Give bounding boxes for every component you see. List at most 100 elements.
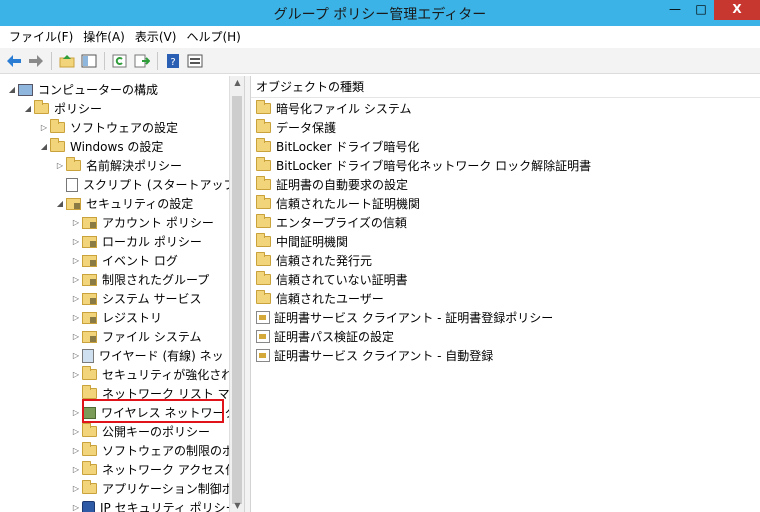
tree-expander-icon[interactable]: ◢: [54, 199, 66, 208]
tree-expander-icon[interactable]: ◢: [38, 142, 50, 151]
tree-scrollbar[interactable]: ▲ ▼: [229, 76, 244, 512]
list-item[interactable]: 証明書パス検証の設定: [256, 327, 394, 346]
tree-expander-icon[interactable]: ▷: [70, 351, 82, 360]
tree-expander-icon[interactable]: ▷: [70, 294, 82, 303]
tree-item[interactable]: ▷ イベント ログ: [70, 251, 178, 270]
list-item[interactable]: データ保護: [256, 118, 336, 137]
network-book-icon: [82, 348, 94, 363]
list-item-label: 証明書サービス クライアント - 自動登録: [274, 349, 494, 363]
tree-item[interactable]: ▷ ファイル システム: [70, 327, 202, 346]
tree-item[interactable]: ◢ セキュリティの設定: [54, 194, 193, 213]
tree-item[interactable]: ◢ コンピューターの構成: [6, 80, 158, 99]
tree-expander-icon[interactable]: ▷: [70, 484, 82, 493]
folder-icon: [50, 119, 65, 133]
tree-item[interactable]: ◢ Windows の設定: [38, 137, 163, 156]
tree-item[interactable]: ▷ ローカル ポリシー: [70, 232, 202, 251]
list-item[interactable]: 信頼された発行元: [256, 251, 372, 270]
list-item[interactable]: エンタープライズの信頼: [256, 213, 407, 232]
menu-view[interactable]: 表示(V): [130, 27, 182, 47]
security-folder-icon: [82, 216, 97, 229]
maximize-button[interactable]: □: [688, 0, 714, 20]
list-item[interactable]: 信頼されていない証明書: [256, 270, 408, 289]
list-item[interactable]: 証明書サービス クライアント - 自動登録: [256, 346, 493, 365]
tree-item[interactable]: ▷ アカウント ポリシー: [70, 213, 214, 232]
tree-expander-icon[interactable]: ▷: [70, 446, 82, 455]
tree-expander-icon[interactable]: ▷: [70, 275, 82, 284]
tree-item[interactable]: ▷ ソフトウェアの制限のポ: [70, 441, 234, 460]
menu-action[interactable]: 操作(A): [78, 27, 130, 47]
export-list-icon[interactable]: [132, 51, 152, 71]
tree-item[interactable]: ▷ 制限されたグループ: [70, 270, 209, 289]
list-item-label: BitLocker ドライブ暗号化: [276, 140, 420, 154]
folder-icon: [256, 271, 271, 285]
folder-icon: [82, 480, 97, 494]
tree-item[interactable]: ▷ ワイヤード (有線) ネッ: [70, 346, 224, 365]
tree-item[interactable]: ▷ ソフトウェアの設定: [38, 118, 178, 137]
back-arrow-icon[interactable]: [4, 51, 24, 71]
properties-icon[interactable]: [185, 51, 205, 71]
list-item-label: 暗号化ファイル システム: [276, 102, 412, 116]
tree-expander-icon[interactable]: ◢: [22, 104, 34, 113]
list-item[interactable]: 信頼されたユーザー: [256, 289, 384, 308]
up-folder-icon[interactable]: [57, 51, 77, 71]
tree-expander-icon[interactable]: ▷: [70, 370, 82, 379]
tree-item[interactable]: ◢ ポリシー: [22, 99, 102, 118]
list-item[interactable]: 証明書サービス クライアント - 証明書登録ポリシー: [256, 308, 553, 327]
list-item[interactable]: 証明書の自動要求の設定: [256, 175, 408, 194]
scroll-down-arrow-icon[interactable]: ▼: [233, 501, 242, 510]
pane-splitter[interactable]: [244, 76, 251, 512]
list-item[interactable]: 中間証明機関: [256, 232, 348, 251]
folder-icon: [256, 138, 271, 152]
tree-expander-icon[interactable]: ▷: [70, 427, 82, 436]
column-header-object-type[interactable]: オブジェクトの種類: [251, 76, 760, 98]
menu-help[interactable]: ヘルプ(H): [181, 27, 245, 47]
tree-item[interactable]: ▷ システム サービス: [70, 289, 202, 308]
tree-expander-icon[interactable]: ▷: [70, 256, 82, 265]
tree-item[interactable]: ▷ ネットワーク アクセス保: [70, 460, 237, 479]
toolbar: ?: [0, 48, 760, 74]
list-item[interactable]: 暗号化ファイル システム: [256, 99, 411, 118]
tree-item-label: イベント ログ: [102, 254, 178, 268]
tree-expander-icon[interactable]: ▷: [70, 313, 82, 322]
tree-item[interactable]: ▷ アプリケーション制御ポ: [70, 479, 234, 498]
close-button[interactable]: X: [714, 0, 760, 20]
tree-expander-icon[interactable]: ▷: [70, 503, 82, 512]
tree-item[interactable]: ▷ IP セキュリティ ポリシー: [70, 498, 238, 512]
list-item[interactable]: 信頼されたルート証明機関: [256, 194, 420, 213]
scrollbar-thumb[interactable]: [232, 96, 242, 504]
certificate-setting-icon: [256, 311, 270, 324]
tree-expander-icon[interactable]: ▷: [38, 123, 50, 132]
tree-item[interactable]: ▷ 名前解決ポリシー: [54, 156, 182, 175]
refresh-icon[interactable]: [110, 51, 130, 71]
tree-item[interactable]: スクリプト (スタートアップ/シ: [54, 175, 243, 194]
help-icon[interactable]: ?: [163, 51, 183, 71]
scroll-up-arrow-icon[interactable]: ▲: [233, 78, 242, 87]
ip-security-icon: [82, 500, 95, 512]
tree-item[interactable]: ▷ セキュリティが強化され: [70, 365, 233, 384]
folder-icon: [34, 100, 49, 114]
menu-file[interactable]: ファイル(F): [4, 27, 78, 47]
tree-expander-icon[interactable]: ▷: [54, 161, 66, 170]
forward-arrow-icon[interactable]: [26, 51, 46, 71]
show-hide-tree-icon[interactable]: [79, 51, 99, 71]
tree-item-label: ネットワーク アクセス保: [102, 463, 238, 477]
tree-item-label: IP セキュリティ ポリシー: [100, 501, 238, 512]
minimize-button[interactable]: —: [662, 0, 688, 20]
tree-expander-icon[interactable]: ▷: [70, 218, 82, 227]
tree-expander-icon[interactable]: ▷: [70, 465, 82, 474]
tree-item-label: ワイヤード (有線) ネッ: [99, 349, 224, 363]
tree-item-label: ソフトウェアの制限のポ: [102, 444, 235, 458]
list-item[interactable]: BitLocker ドライブ暗号化ネットワーク ロック解除証明書: [256, 156, 591, 175]
list-item-label: 信頼された発行元: [276, 254, 373, 268]
tree-expander-icon[interactable]: ▷: [70, 237, 82, 246]
tree-item[interactable]: ▷ 公開キーのポリシー: [70, 422, 210, 441]
tree-pane[interactable]: ◢ コンピューターの構成 ◢ ポリシー ▷ ソフトウェアの設定 ◢ Windows の…: [0, 76, 244, 512]
menu-bar: ファイル(F) 操作(A) 表示(V) ヘルプ(H): [0, 26, 760, 48]
security-folder-icon: [82, 273, 97, 286]
toolbar-separator: [157, 51, 158, 70]
list-item[interactable]: BitLocker ドライブ暗号化: [256, 137, 419, 156]
tree-expander-icon[interactable]: ▷: [70, 332, 82, 341]
tree-expander-icon[interactable]: ◢: [6, 85, 18, 94]
tree-item[interactable]: ▷ レジストリ: [70, 308, 162, 327]
tree-expander-icon[interactable]: ▷: [70, 408, 82, 417]
